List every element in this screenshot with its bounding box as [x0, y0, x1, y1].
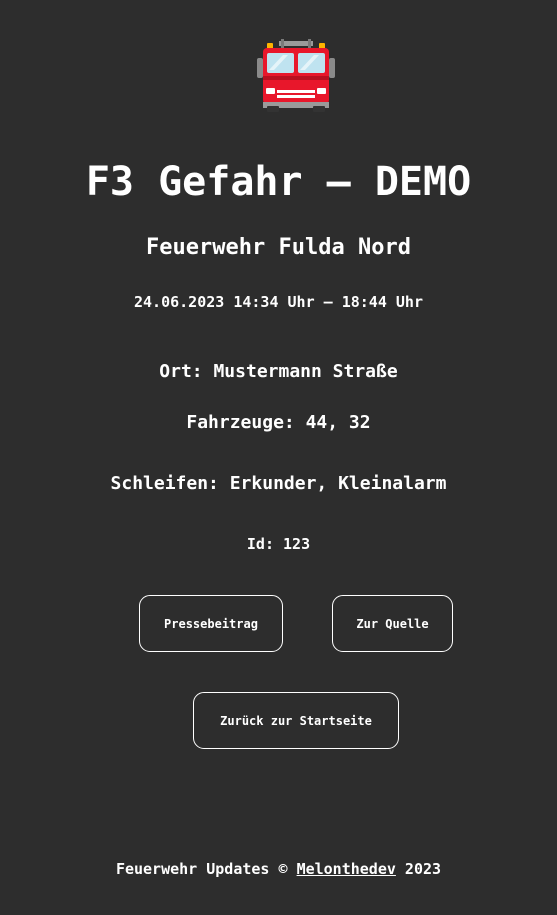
footer-prefix: Feuerwehr Updates © [115, 860, 297, 878]
back-to-home-button[interactable]: Zurück zur Startseite [193, 692, 399, 749]
incident-id: Id: 123 [246, 535, 311, 553]
vehicles-text: Fahrzeuge: 44, 32 [186, 412, 371, 433]
location-text: Ort: Mustermann Straße [159, 361, 398, 382]
fire-truck-icon [255, 38, 337, 112]
alarm-time-range: 24.06.2023 14:34 Uhr – 18:44 Uhr [134, 293, 423, 311]
footer-suffix: 2023 [395, 860, 442, 878]
source-button[interactable]: Zur Quelle [332, 595, 453, 652]
page-title: F3 Gefahr – DEMO [85, 159, 472, 205]
author-link[interactable]: Melonthedev [297, 860, 396, 878]
department-name: Feuerwehr Fulda Nord [146, 235, 411, 260]
press-article-button[interactable]: Pressebeitrag [139, 595, 283, 652]
footer: Feuerwehr Updates © Melonthedev 2023 [0, 858, 557, 880]
loops-text: Schleifen: Erkunder, Kleinalarm [110, 473, 447, 494]
